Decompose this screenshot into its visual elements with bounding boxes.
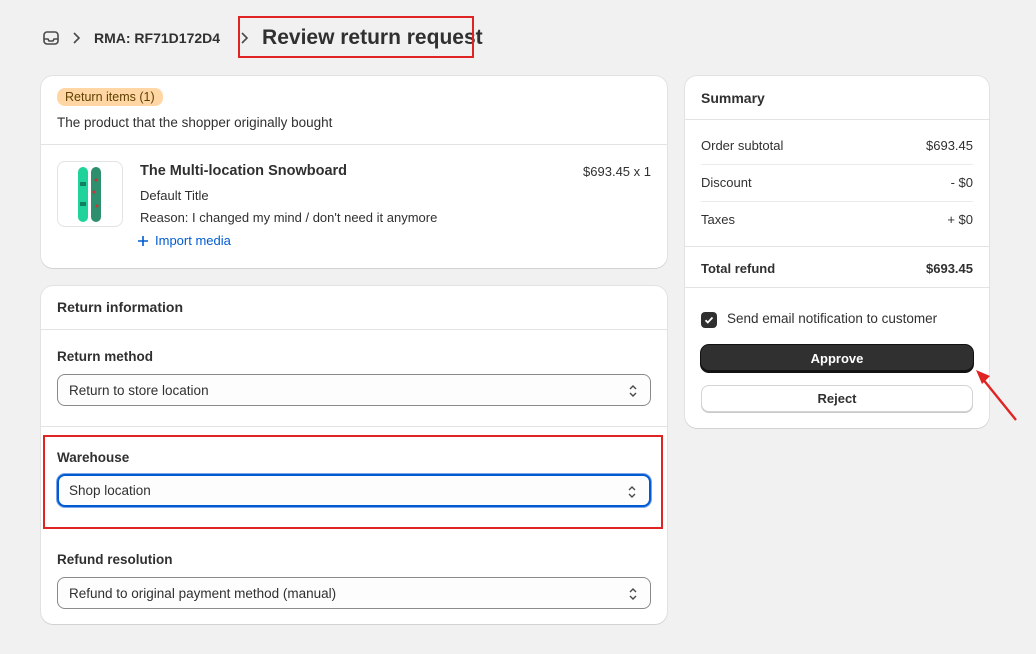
return-information-title: Return information [57,299,183,315]
return-reason: Reason: I changed my mind / don't need i… [140,210,438,225]
summary-row-subtotal: Order subtotal $693.45 [701,138,973,153]
summary-label: Taxes [701,212,735,227]
refund-resolution-label: Refund resolution [57,552,173,567]
return-method-select[interactable]: Return to store location [57,374,651,406]
divider [41,144,667,145]
summary-value: - $0 [950,175,973,190]
product-variant: Default Title [140,188,209,203]
divider [41,426,667,427]
return-method-value: Return to store location [69,382,209,398]
reject-button[interactable]: Reject [701,385,973,412]
divider [685,246,989,247]
plus-icon [137,235,149,247]
send-email-label[interactable]: Send email notification to customer [727,311,937,326]
chevron-right-icon [68,30,84,46]
return-method-label: Return method [57,349,153,364]
total-refund-value: $693.45 [926,261,973,276]
divider [685,287,989,288]
import-media-label: Import media [155,233,231,248]
breadcrumb-rma[interactable]: RMA: RF71D172D4 [94,30,220,46]
return-items-subtitle: The product that the shopper originally … [57,115,333,130]
total-refund-label: Total refund [701,261,776,276]
refund-resolution-select[interactable]: Refund to original payment method (manua… [57,577,651,609]
summary-value: $693.45 [926,138,973,153]
summary-row-total: Total refund $693.45 [701,261,973,276]
product-thumbnail [57,161,123,227]
warehouse-highlight-box [43,435,663,529]
snowboard-icon [78,167,101,222]
summary-value: + $0 [947,212,973,227]
send-email-checkbox[interactable] [701,312,717,328]
divider [701,164,973,165]
return-items-card: Return items (1) The product that the sh… [41,76,667,268]
checkmark-icon [704,316,714,324]
refund-resolution-value: Refund to original payment method (manua… [69,585,337,601]
summary-row-discount: Discount - $0 [701,175,973,190]
divider [41,329,667,330]
product-name: The Multi-location Snowboard [140,163,348,179]
summary-row-taxes: Taxes + $0 [701,212,973,227]
divider [701,201,973,202]
select-arrows-icon [628,383,638,399]
summary-label: Discount [701,175,752,190]
summary-title: Summary [701,90,765,106]
select-arrows-icon [628,586,638,602]
title-highlight-box [238,16,474,58]
inbox-icon[interactable] [42,29,60,47]
summary-card: Summary Order subtotal $693.45 Discount … [685,76,989,428]
import-media-link[interactable]: Import media [137,233,231,248]
product-price-qty: $693.45 x 1 [583,164,651,179]
summary-label: Order subtotal [701,138,784,153]
return-items-badge: Return items (1) [57,88,163,106]
approve-button[interactable]: Approve [701,345,973,372]
annotation-arrow-icon [976,370,1017,421]
divider [685,119,989,120]
